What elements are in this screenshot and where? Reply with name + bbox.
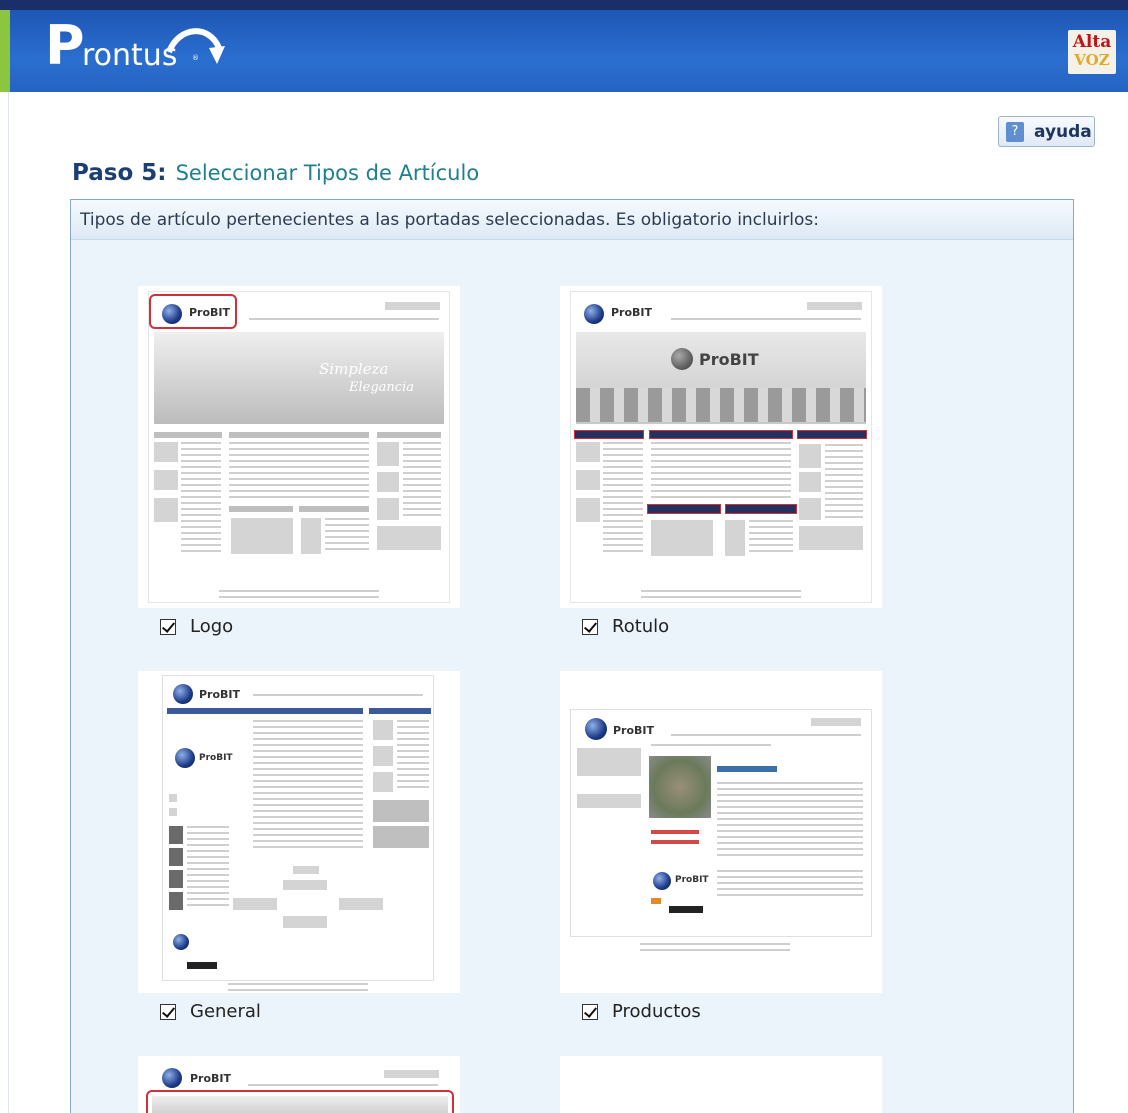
hero-image (154, 332, 444, 424)
probit-orb-icon (173, 684, 193, 704)
logo-arrow-icon (166, 28, 225, 64)
thumbnail-productos[interactable]: ProBIT ProBIT (560, 671, 882, 993)
left-margin (0, 92, 9, 1113)
altavoz-logo: Alta VOZ (1068, 30, 1116, 74)
probit-orb-icon (162, 1068, 182, 1088)
checkbox-productos[interactable] (582, 1003, 598, 1020)
mini-page: ProBIT ProBIT (570, 709, 872, 937)
panel-description: Tipos de artículo pertenecientes a las p… (80, 210, 819, 230)
checkbox-general[interactable] (160, 1003, 176, 1020)
question-icon: ? (1006, 121, 1024, 142)
checkbox-rotulo[interactable] (582, 618, 598, 635)
mini-page: ProBIT ProBIT (162, 675, 434, 981)
label-productos: Productos (612, 1001, 701, 1022)
thumbnail-general[interactable]: ProBIT ProBIT (138, 671, 460, 993)
thumbnail-rotulo[interactable]: ProBIT ProBIT (560, 286, 882, 608)
label-rotulo: Rotulo (612, 616, 670, 637)
checkbox-logo[interactable] (160, 618, 176, 635)
step-title: Paso 5: Seleccionar Tipos de Artículo (72, 160, 479, 186)
highlight-rotulo (574, 430, 644, 439)
probit-orb-icon (584, 304, 604, 324)
label-general: General (190, 1001, 261, 1022)
highlight-rotulo (797, 430, 867, 439)
article-type-productos[interactable]: Productos (582, 1001, 701, 1022)
highlight-rotulo (725, 504, 797, 514)
highlight-rotulo (647, 504, 721, 514)
header-top-strip (0, 0, 1128, 10)
label-logo: Logo (190, 616, 234, 637)
article-type-rotulo[interactable]: Rotulo (582, 616, 669, 637)
product-image (649, 756, 711, 818)
article-type-logo[interactable]: Logo (160, 616, 233, 637)
help-label: ayuda (1034, 121, 1092, 142)
thumbnail-partial-1[interactable]: ProBIT (138, 1056, 460, 1113)
thumbnail-partial-2[interactable] (560, 1056, 882, 1113)
step-number: Paso 5: (72, 160, 167, 186)
panel-header: Tipos de artículo pertenecientes a las p… (71, 200, 1073, 240)
mini-page: ProBIT Simpleza Elegancia (148, 291, 450, 603)
help-button[interactable]: ? ayuda (998, 116, 1095, 147)
mini-page: ProBIT ProBIT (570, 291, 872, 603)
header-accent-strip (0, 10, 10, 92)
highlight-logo (149, 294, 237, 329)
article-type-general[interactable]: General (160, 1001, 261, 1022)
thumbnail-logo[interactable]: ProBIT Simpleza Elegancia (138, 286, 460, 608)
step-heading: Seleccionar Tipos de Artículo (175, 161, 480, 185)
highlight-rotulo (649, 430, 793, 439)
probit-orb-icon (585, 718, 607, 740)
